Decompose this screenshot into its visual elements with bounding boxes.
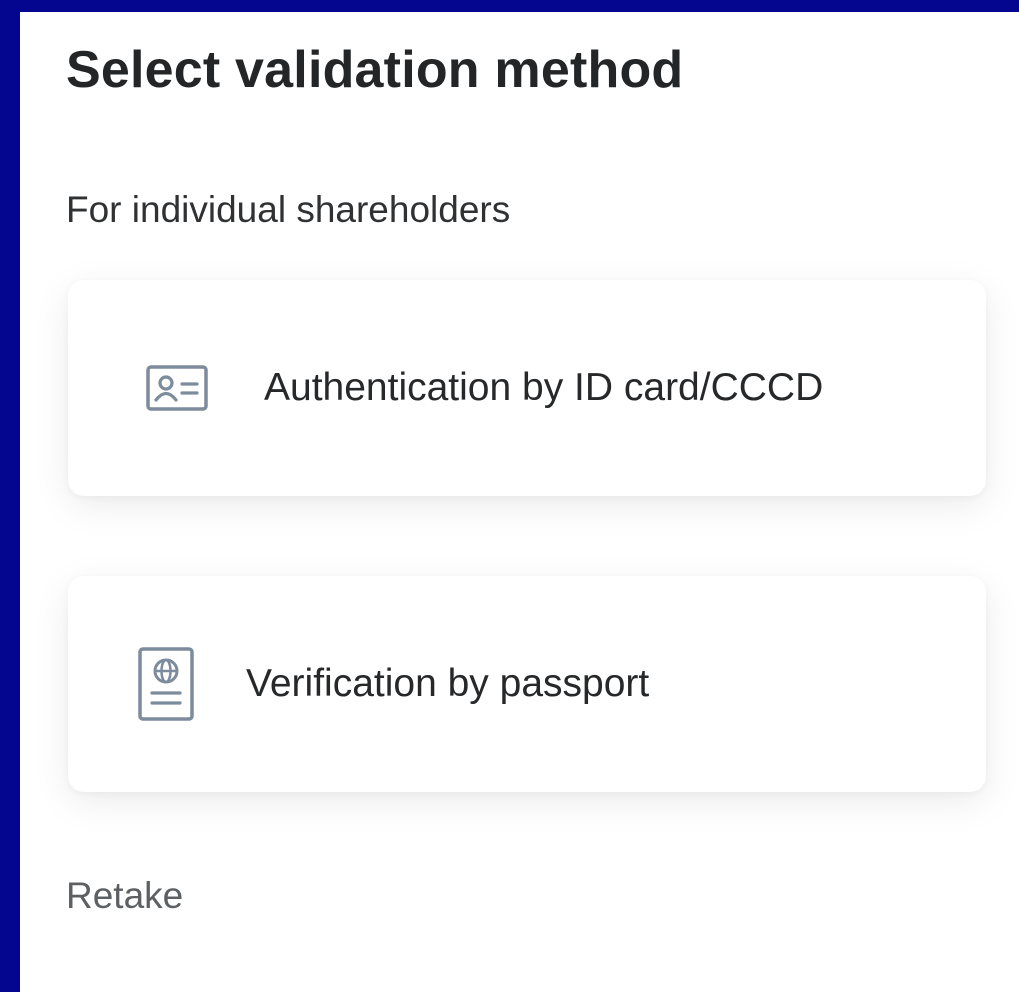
- passport-option-label: Verification by passport: [246, 662, 650, 705]
- page-title: Select validation method: [66, 41, 684, 99]
- retake-link[interactable]: Retake: [66, 872, 183, 920]
- passport-option[interactable]: Verification by passport: [68, 576, 986, 792]
- id-card-option-label: Authentication by ID card/CCCD: [264, 366, 824, 409]
- section-label: For individual shareholders: [66, 189, 511, 230]
- id-card-option[interactable]: Authentication by ID card/CCCD: [68, 280, 986, 496]
- validation-panel: Select validation method For individual …: [20, 12, 1019, 992]
- id-card-icon: [146, 365, 208, 411]
- passport-icon: [138, 647, 194, 721]
